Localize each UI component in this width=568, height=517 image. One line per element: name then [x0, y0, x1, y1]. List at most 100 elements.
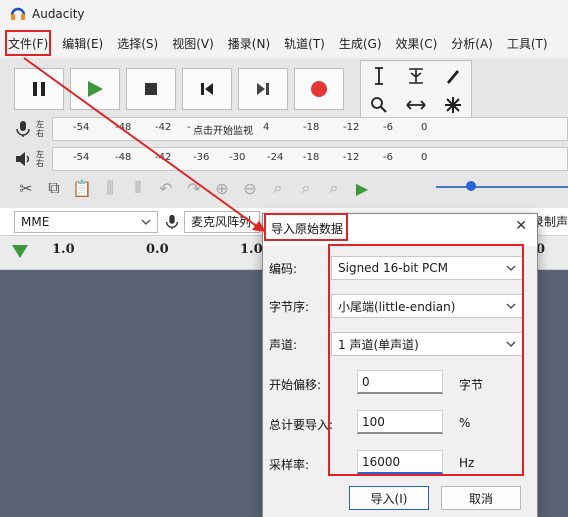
microphone-icon	[166, 214, 178, 229]
record-icon	[311, 81, 327, 97]
redo-icon[interactable]: ↷	[182, 176, 206, 200]
meter-tick: -12	[343, 122, 360, 133]
audio-host-value: MME	[21, 214, 50, 229]
recording-device-value: 麦克风阵列	[191, 215, 252, 229]
multi-tool-icon[interactable]	[444, 96, 462, 114]
rate-label: 采样率:	[269, 458, 310, 472]
annotation-box-file-menu	[5, 30, 51, 56]
audacity-logo-icon	[10, 7, 26, 20]
meter-tick: -18	[303, 152, 320, 163]
playback-meter[interactable]: -54 -48 -42 -36 -30 -24 -18 -12 -6 0	[52, 147, 568, 171]
menu-tracks[interactable]: 轨道(T)	[284, 35, 325, 52]
zoom-tool-icon[interactable]	[370, 96, 388, 114]
play-icon	[88, 81, 103, 97]
skip-start-icon	[201, 83, 213, 95]
menu-generate[interactable]: 生成(G)	[339, 35, 382, 52]
draw-tool-icon[interactable]	[444, 67, 462, 85]
close-icon[interactable]: ✕	[515, 218, 527, 234]
record-button[interactable]	[294, 68, 344, 110]
edit-toolbar: ✂ ⧉ 📋 ⫼ ⫴ ↶ ↷ ⊕ ⊖ ⌕ ⌕ ⌕ ▶	[14, 176, 374, 200]
skip-to-start-button[interactable]	[182, 68, 232, 110]
cut-icon[interactable]: ✂	[14, 176, 38, 200]
skip-to-end-button[interactable]	[238, 68, 288, 110]
meter-tick: -24	[267, 152, 284, 163]
meter-tick: -54	[73, 152, 90, 163]
meter-tick: -12	[343, 152, 360, 163]
trim-icon[interactable]: ⫼	[98, 176, 122, 200]
copy-icon[interactable]: ⧉	[42, 176, 66, 200]
pause-button[interactable]	[14, 68, 64, 110]
menu-tools[interactable]: 工具(T)	[507, 35, 548, 52]
envelope-tool-icon[interactable]	[407, 67, 425, 85]
annotation-box-settings	[328, 244, 524, 476]
tools-toolbar	[360, 60, 472, 120]
menu-transport[interactable]: 播录(N)	[228, 35, 270, 52]
zoom-out-icon[interactable]: ⊖	[238, 176, 262, 200]
play-speed-slider-knob[interactable]	[466, 181, 476, 191]
playback-meter-toolbar: 左右 -54 -48 -42 -36 -30 -24 -18 -12 -6 0	[14, 146, 568, 172]
meter-tick: -36	[193, 152, 210, 163]
annotation-box-dialog-title	[264, 213, 348, 241]
menu-view[interactable]: 视图(V)	[172, 35, 214, 52]
meter-tick: -42	[155, 152, 172, 163]
menu-analyze[interactable]: 分析(A)	[451, 35, 493, 52]
chevron-down-icon	[141, 219, 151, 225]
meter-tick: -42	[155, 122, 172, 133]
channel-labels: 左右	[36, 150, 44, 168]
window-title: Audacity	[32, 7, 85, 21]
stop-icon	[145, 83, 157, 95]
offset-label: 开始偏移:	[269, 378, 322, 392]
play-at-speed-icon[interactable]: ▶	[350, 176, 374, 200]
title-bar: Audacity	[0, 0, 568, 28]
record-meter-toolbar: 左右 -54 -48 -42 - 点击开始监视 4 -18 -12 -6 0	[14, 116, 568, 142]
channel-labels: 左右	[36, 120, 44, 138]
play-head-icon[interactable]	[12, 245, 28, 258]
record-meter[interactable]: -54 -48 -42 - 点击开始监视 4 -18 -12 -6 0	[52, 117, 568, 141]
transport-toolbar	[14, 68, 344, 110]
audio-host-select[interactable]: MME	[14, 210, 158, 233]
cancel-button-label: 取消	[468, 491, 493, 506]
play-button[interactable]	[70, 68, 120, 110]
encoding-label: 编码:	[269, 262, 298, 276]
meter-tick: -54	[73, 122, 90, 133]
recording-device-select[interactable]: 麦克风阵列	[184, 210, 260, 233]
timeline-mark: 1.0	[52, 242, 75, 257]
monitor-hint[interactable]: 点击开始监视	[193, 122, 253, 137]
selection-tool-icon[interactable]	[372, 66, 386, 85]
meter-tick: -18	[303, 122, 320, 133]
meter-tick: 0	[421, 122, 428, 133]
meter-tick: -30	[229, 152, 246, 163]
meter-tick: -6	[383, 152, 393, 163]
meter-tick: -48	[115, 122, 132, 133]
menu-bar: 文件(F) 编辑(E) 选择(S) 视图(V) 播录(N) 轨道(T) 生成(G…	[0, 28, 568, 58]
amount-label: 总计要导入:	[269, 418, 334, 432]
menu-edit[interactable]: 编辑(E)	[62, 35, 103, 52]
toolbar-area: 左右 -54 -48 -42 - 点击开始监视 4 -18 -12 -6 0 左…	[0, 58, 568, 208]
menu-select[interactable]: 选择(S)	[117, 35, 158, 52]
undo-icon[interactable]: ↶	[154, 176, 178, 200]
fit-project-icon[interactable]: ⌕	[294, 176, 318, 200]
cancel-button[interactable]: 取消	[441, 486, 521, 510]
fit-selection-icon[interactable]: ⌕	[266, 176, 290, 200]
meter-tick: 0	[421, 152, 428, 163]
meter-tick: -6	[383, 122, 393, 133]
meter-tick: 4	[263, 122, 270, 133]
microphone-icon	[16, 121, 30, 137]
zoom-in-icon[interactable]: ⊕	[210, 176, 234, 200]
menu-effect[interactable]: 效果(C)	[396, 35, 438, 52]
import-button-label: 导入(I)	[370, 491, 408, 506]
pause-icon	[33, 82, 45, 96]
timeshift-tool-icon[interactable]	[406, 98, 426, 112]
meter-tick: -48	[115, 152, 132, 163]
channels-label: 声道:	[269, 338, 298, 352]
silence-icon[interactable]: ⫴	[126, 176, 150, 200]
speaker-icon	[16, 152, 30, 166]
play-speed-slider-track[interactable]	[436, 186, 568, 188]
skip-end-icon	[257, 83, 269, 95]
paste-icon[interactable]: 📋	[70, 176, 94, 200]
stop-button[interactable]	[126, 68, 176, 110]
timeline-mark: 1.0	[240, 242, 263, 257]
zoom-toggle-icon[interactable]: ⌕	[322, 176, 346, 200]
byteorder-label: 字节序:	[269, 300, 310, 314]
import-button[interactable]: 导入(I)	[349, 486, 429, 510]
